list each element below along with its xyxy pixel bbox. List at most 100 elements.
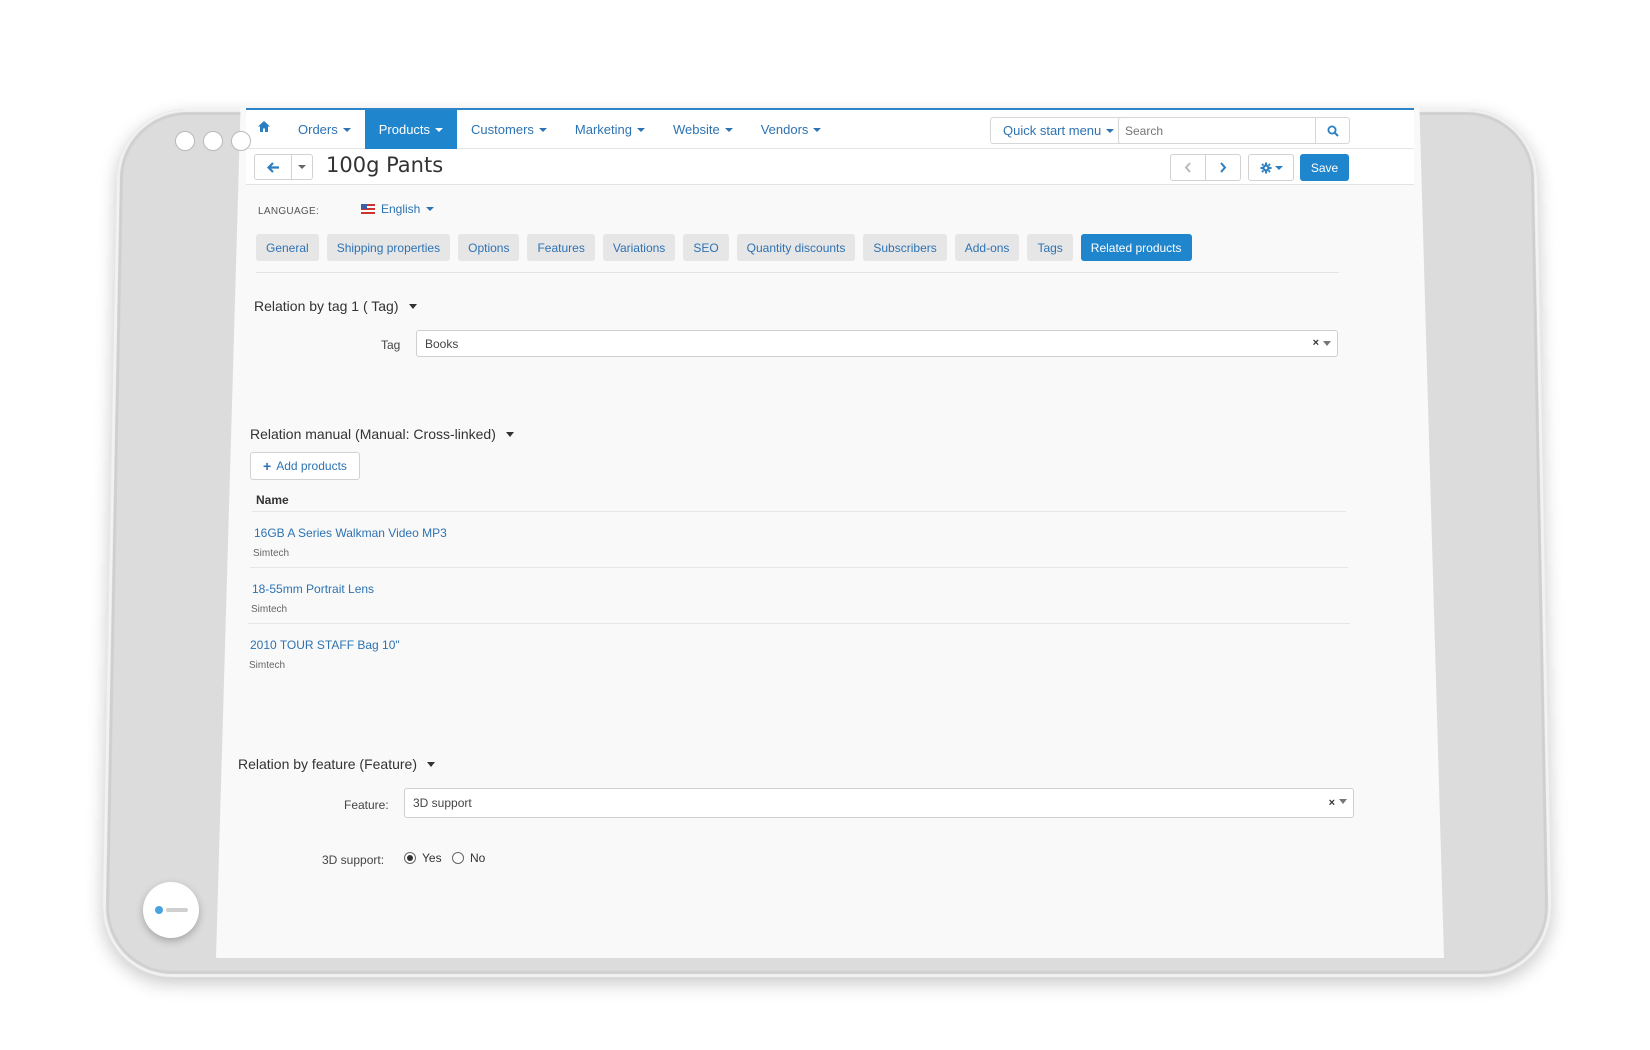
search-box bbox=[1118, 117, 1350, 144]
tab-options[interactable]: Options bbox=[458, 234, 519, 261]
language-label: LANGUAGE: bbox=[258, 206, 319, 217]
save-button[interactable]: Save bbox=[1300, 154, 1349, 181]
menu-marketing[interactable]: Marketing bbox=[561, 110, 659, 149]
caret-down-icon bbox=[637, 128, 645, 132]
chevron-right-icon bbox=[1219, 162, 1227, 173]
window-dots bbox=[175, 131, 251, 151]
radio-yes[interactable]: Yes bbox=[404, 851, 442, 865]
window-dot bbox=[203, 131, 223, 151]
home-icon[interactable] bbox=[252, 120, 276, 140]
tab-quantity-discounts[interactable]: Quantity discounts bbox=[737, 234, 856, 261]
row-divider bbox=[250, 567, 1348, 568]
prev-product-button[interactable] bbox=[1170, 154, 1206, 181]
device-home-button[interactable] bbox=[143, 882, 199, 938]
caret-down-icon bbox=[409, 304, 417, 309]
window-dot bbox=[175, 131, 195, 151]
tabs-divider bbox=[256, 272, 1339, 273]
tag-select-value: Books bbox=[425, 337, 458, 351]
us-flag-icon bbox=[361, 204, 375, 214]
clear-icon[interactable]: × bbox=[1313, 337, 1319, 349]
quick-start-menu-button[interactable]: Quick start menu bbox=[990, 117, 1127, 144]
window-dot bbox=[231, 131, 251, 151]
product-link[interactable]: 16GB A Series Walkman Video MP3 bbox=[254, 526, 447, 540]
main-menu: Orders Products Customers Marketing Webs… bbox=[284, 110, 835, 149]
menu-label: Marketing bbox=[575, 110, 632, 149]
chevron-down-icon bbox=[1339, 799, 1347, 804]
page-toolbar: 100g Pants Save bbox=[246, 149, 1414, 185]
caret-down-icon bbox=[426, 207, 434, 211]
menu-customers[interactable]: Customers bbox=[457, 110, 561, 149]
menu-label: Website bbox=[673, 110, 720, 149]
chevron-left-icon bbox=[1184, 162, 1192, 173]
radio-button[interactable] bbox=[452, 852, 464, 864]
radio-no[interactable]: No bbox=[452, 851, 485, 865]
tab-related-products[interactable]: Related products bbox=[1081, 234, 1192, 261]
menu-website[interactable]: Website bbox=[659, 110, 747, 149]
relation-tag-title: Relation by tag 1 ( Tag) bbox=[254, 298, 399, 314]
relation-feature-toggle[interactable]: Relation by feature (Feature) bbox=[238, 756, 435, 772]
top-navigation: Orders Products Customers Marketing Webs… bbox=[246, 108, 1414, 149]
menu-orders[interactable]: Orders bbox=[284, 110, 365, 149]
column-header-name: Name bbox=[256, 493, 289, 507]
brand-logo-text bbox=[166, 908, 188, 912]
add-products-button[interactable]: + Add products bbox=[250, 452, 360, 480]
search-input[interactable] bbox=[1119, 118, 1315, 143]
search-icon[interactable] bbox=[1315, 118, 1349, 143]
feature-select[interactable]: 3D support × bbox=[404, 788, 1354, 818]
tab-tags[interactable]: Tags bbox=[1027, 234, 1072, 261]
settings-dropdown-button[interactable] bbox=[1248, 154, 1294, 181]
caret-down-icon bbox=[427, 762, 435, 767]
menu-label: Products bbox=[379, 110, 430, 149]
radio-button[interactable] bbox=[404, 852, 416, 864]
caret-down-icon bbox=[1106, 129, 1114, 133]
caret-down-icon bbox=[298, 165, 306, 169]
tab-variations[interactable]: Variations bbox=[603, 234, 675, 261]
product-vendor: Simtech bbox=[253, 548, 289, 559]
next-product-button[interactable] bbox=[1205, 154, 1241, 181]
caret-down-icon bbox=[435, 128, 443, 132]
screen: Orders Products Customers Marketing Webs… bbox=[216, 108, 1444, 958]
tab-features[interactable]: Features bbox=[527, 234, 594, 261]
clear-icon[interactable]: × bbox=[1329, 797, 1335, 809]
feature-field-label: Feature: bbox=[344, 798, 389, 812]
brand-logo-icon bbox=[155, 906, 163, 914]
tab-shipping-properties[interactable]: Shipping properties bbox=[327, 234, 450, 261]
menu-label: Vendors bbox=[761, 110, 809, 149]
add-products-label: Add products bbox=[276, 459, 347, 473]
tab-seo[interactable]: SEO bbox=[683, 234, 728, 261]
back-button[interactable] bbox=[254, 154, 292, 180]
tab-subscribers[interactable]: Subscribers bbox=[863, 234, 946, 261]
arrow-left-icon bbox=[267, 162, 280, 173]
tag-select[interactable]: Books × bbox=[416, 330, 1338, 357]
tab-add-ons[interactable]: Add-ons bbox=[955, 234, 1020, 261]
gear-icon bbox=[1260, 162, 1272, 174]
product-vendor: Simtech bbox=[249, 660, 285, 671]
relation-tag-toggle[interactable]: Relation by tag 1 ( Tag) bbox=[254, 298, 417, 314]
language-value: English bbox=[381, 202, 420, 216]
radio-no-label: No bbox=[470, 851, 485, 865]
radio-yes-label: Yes bbox=[422, 851, 442, 865]
menu-vendors[interactable]: Vendors bbox=[747, 110, 836, 149]
product-link[interactable]: 2010 TOUR STAFF Bag 10" bbox=[250, 638, 400, 652]
relation-feature-title: Relation by feature (Feature) bbox=[238, 756, 417, 772]
relation-manual-toggle[interactable]: Relation manual (Manual: Cross-linked) bbox=[250, 426, 514, 442]
caret-down-icon bbox=[1275, 166, 1283, 170]
language-selector[interactable]: English bbox=[361, 202, 434, 216]
menu-products[interactable]: Products bbox=[365, 110, 457, 149]
caret-down-icon bbox=[539, 128, 547, 132]
chevron-down-icon bbox=[1323, 341, 1331, 346]
back-dropdown-button[interactable] bbox=[291, 154, 313, 180]
tab-general[interactable]: General bbox=[256, 234, 319, 261]
row-divider bbox=[252, 511, 1346, 512]
caret-down-icon bbox=[813, 128, 821, 132]
feature-select-value: 3D support bbox=[413, 796, 472, 810]
plus-icon: + bbox=[263, 458, 271, 474]
relation-manual-title: Relation manual (Manual: Cross-linked) bbox=[250, 426, 496, 442]
caret-down-icon bbox=[725, 128, 733, 132]
menu-label: Customers bbox=[471, 110, 534, 149]
product-link[interactable]: 18-55mm Portrait Lens bbox=[252, 582, 374, 596]
caret-down-icon bbox=[343, 128, 351, 132]
tag-field-label: Tag bbox=[381, 338, 400, 352]
admin-panel: Orders Products Customers Marketing Webs… bbox=[246, 108, 1414, 958]
page-title: 100g Pants bbox=[326, 153, 443, 177]
